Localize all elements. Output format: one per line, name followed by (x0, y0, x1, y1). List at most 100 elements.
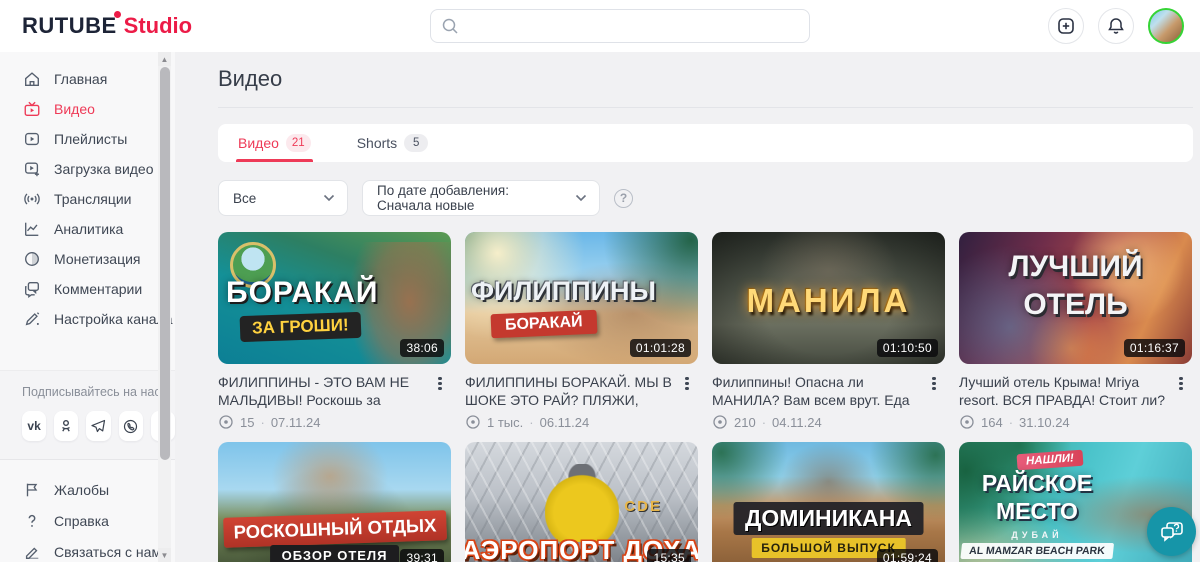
sidebar-item-videos[interactable]: Видео (0, 94, 175, 124)
help-icon[interactable]: ? (614, 188, 633, 208)
duration-badge: 01:16:37 (1123, 339, 1185, 357)
filters-row: Все По дате добавления: Сначала новые ? (218, 180, 1193, 216)
header-actions (1048, 8, 1200, 44)
sidebar-item-upload-video[interactable]: Загрузка видео (0, 154, 175, 184)
sidebar-item-label: Видео (54, 101, 95, 117)
category-filter-value: Все (233, 190, 257, 206)
tab-shorts[interactable]: Shorts 5 (355, 124, 430, 162)
search-icon (442, 18, 458, 34)
views-count: 1 тыс. (487, 414, 524, 430)
publish-date: 04.11.24 (772, 414, 822, 430)
sidebar-item-analytics[interactable]: Аналитика (0, 214, 175, 244)
tabs-bar: Видео 21 Shorts 5 (218, 124, 1193, 162)
sidebar-item-channel-settings[interactable]: Настройка канала (0, 304, 175, 334)
search-input[interactable] (467, 10, 799, 42)
publish-date: 06.11.24 (539, 414, 590, 430)
video-card: ФИЛИППИНЫ БОРАКАЙ 01:01:28 ФИЛИППИНЫ БОР… (465, 232, 698, 430)
sidebar-item-label: Загрузка видео (54, 161, 154, 177)
contact-pencil-icon (22, 542, 41, 561)
video-thumbnail[interactable]: ДОМИНИКАНА БОЛЬШОЙ ВЫПУСК 01:59:24 (712, 442, 945, 562)
subscribe-section: Подписывайтесь на нас vk + (0, 370, 176, 459)
scrollbar-down-arrow[interactable]: ▼ (158, 548, 171, 562)
video-title[interactable]: Лучший отель Крыма! Mriya resort. ВСЯ ПР… (959, 373, 1170, 409)
views-count: 15 (240, 414, 255, 430)
duration-badge: 38:06 (400, 339, 444, 357)
thumbnail-text: ФИЛИППИНЫ (471, 276, 656, 306)
views-icon (219, 415, 233, 429)
kebab-menu-icon[interactable] (923, 373, 945, 409)
main-content: Видео Видео 21 Shorts 5 Все По дате доба… (175, 52, 1200, 562)
sidebar-item-contact-us[interactable]: Связаться с нами (0, 536, 175, 562)
thumbnail-text: ДОМИНИКАНА (733, 502, 924, 535)
video-title[interactable]: ФИЛИППИНЫ - ЭТО ВАМ НЕ МАЛЬДИВЫ! Роскошь… (218, 373, 429, 409)
meta-separator: · (761, 414, 767, 430)
rutube-studio-logo[interactable]: RUTUBE Studio (0, 11, 420, 39)
thumbnail-badge-text: НАШЛИ! (1016, 449, 1084, 471)
sidebar-item-comments[interactable]: Комментарии (0, 274, 175, 304)
kebab-menu-icon[interactable] (1170, 373, 1192, 409)
tab-videos[interactable]: Видео 21 (236, 124, 313, 162)
playlist-icon (22, 130, 41, 149)
thumbnail-text: МАНИЛА (746, 282, 911, 320)
sidebar-item-broadcasts[interactable]: Трансляции (0, 184, 175, 214)
video-title[interactable]: Филиппины! Опасна ли МАНИЛА? Вам всем вр… (712, 373, 923, 409)
kebab-menu-icon[interactable] (676, 373, 698, 409)
publish-date: 31.10.24 (1019, 414, 1070, 430)
video-card: РОСКОШНЫЙ ОТДЫХ ОБЗОР ОТЕЛЯ 39:31 (218, 442, 451, 562)
notifications-button[interactable] (1098, 8, 1134, 44)
sidebar-item-label: Справка (54, 512, 109, 529)
search-bar[interactable] (430, 9, 810, 43)
scrollbar-up-arrow[interactable]: ▲ (158, 52, 171, 66)
video-card: БОРАКАЙ ЗА ГРОШИ! 38:06 ФИЛИППИНЫ - ЭТО … (218, 232, 451, 430)
sidebar-item-label: Трансляции (54, 191, 132, 207)
kebab-menu-icon[interactable] (429, 373, 451, 409)
video-title[interactable]: ФИЛИППИНЫ БОРАКАЙ. МЫ В ШОКЕ ЭТО РАЙ? ПЛ… (465, 373, 676, 409)
sort-dropdown[interactable]: По дате добавления: Сначала новые (362, 180, 600, 216)
logo-suffix-text: Studio (123, 13, 193, 38)
video-meta: 210 · 04.11.24 (712, 414, 945, 430)
video-thumbnail[interactable]: ЛУЧШИЙ ОТЕЛЬ 01:16:37 (959, 232, 1192, 364)
title-divider (218, 107, 1193, 108)
odnoklassniki-icon[interactable] (54, 411, 79, 441)
telegram-icon[interactable] (86, 411, 111, 441)
sidebar-item-label: Монетизация (54, 251, 141, 267)
video-meta: 1 тыс. · 06.11.24 (465, 414, 698, 430)
video-thumbnail[interactable]: CDE АЭРОПОРТ ДОХА 15:35 (465, 442, 698, 562)
scrollbar-thumb[interactable] (159, 67, 170, 460)
thumbnail-text: ОТЕЛЬ (1023, 288, 1128, 321)
sidebar-scrollbar[interactable]: ▲ ▼ (158, 52, 171, 562)
home-icon (22, 70, 41, 89)
thumbnail-text: ДУБАЙ (1011, 530, 1063, 540)
sidebar-item-playlists[interactable]: Плейлисты (0, 124, 175, 154)
sidebar-item-complaints[interactable]: Жалобы (0, 474, 175, 505)
viber-icon[interactable] (118, 411, 143, 441)
top-bar: RUTUBE Studio (0, 0, 1200, 52)
support-chat-button[interactable] (1147, 507, 1196, 556)
user-avatar[interactable] (1148, 8, 1184, 44)
video-thumbnail[interactable]: ФИЛИППИНЫ БОРАКАЙ 01:01:28 (465, 232, 698, 364)
channel-settings-icon (22, 310, 41, 329)
thumbnail-sign-text: CDE (624, 498, 662, 515)
meta-separator: · (1008, 414, 1014, 430)
video-thumbnail[interactable]: БОРАКАЙ ЗА ГРОШИ! 38:06 (218, 232, 451, 364)
video-meta: 164 · 31.10.24 (959, 414, 1192, 430)
rutube-studio-page: RUTUBE Studio Главная Видео Плейлисты За… (0, 0, 1200, 562)
thumbnail-text: БОРАКАЙ (226, 276, 379, 309)
video-grid: БОРАКАЙ ЗА ГРОШИ! 38:06 ФИЛИППИНЫ - ЭТО … (218, 232, 1193, 562)
social-buttons: vk + (22, 411, 176, 441)
logo-red-dot (113, 11, 121, 18)
sidebar-item-help[interactable]: Справка (0, 505, 175, 536)
broadcast-icon (22, 190, 41, 209)
video-thumbnail[interactable]: РОСКОШНЫЙ ОТДЫХ ОБЗОР ОТЕЛЯ 39:31 (218, 442, 451, 562)
thumbnail-text: БОРАКАЙ (490, 309, 598, 339)
thumbnail-text: МЕСТО (996, 498, 1078, 524)
sidebar-item-home[interactable]: Главная (0, 64, 175, 94)
video-card: CDE АЭРОПОРТ ДОХА 15:35 (465, 442, 698, 562)
thumbnail-text: AL MAMZAR BEACH PARK (960, 543, 1114, 559)
category-filter-dropdown[interactable]: Все (218, 180, 348, 216)
video-info: Лучший отель Крыма! Mriya resort. ВСЯ ПР… (959, 373, 1192, 409)
video-thumbnail[interactable]: МАНИЛА 01:10:50 (712, 232, 945, 364)
vk-icon[interactable]: vk (22, 411, 47, 441)
sidebar-item-monetization[interactable]: Монетизация (0, 244, 175, 274)
create-upload-button[interactable] (1048, 8, 1084, 44)
